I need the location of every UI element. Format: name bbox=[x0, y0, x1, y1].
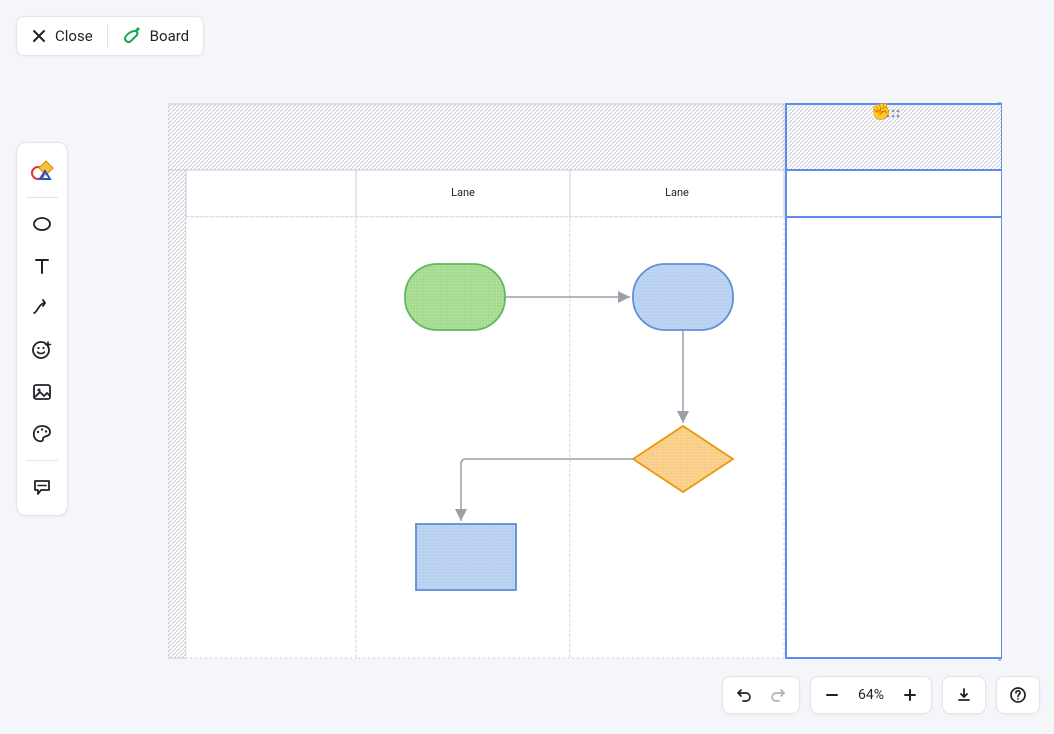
shape-terminator-green[interactable] bbox=[405, 264, 505, 330]
help-icon bbox=[1009, 686, 1027, 704]
minus-icon bbox=[825, 688, 839, 702]
bottom-controls: 64% bbox=[722, 676, 1040, 714]
shape-terminator-blue[interactable] bbox=[633, 264, 733, 330]
redo-button[interactable] bbox=[761, 680, 795, 710]
shape-process[interactable] bbox=[416, 524, 516, 590]
download-button[interactable] bbox=[947, 680, 981, 710]
undo-button[interactable] bbox=[727, 680, 761, 710]
help-button[interactable] bbox=[1001, 680, 1035, 710]
download-icon bbox=[956, 687, 972, 703]
zoom-level[interactable]: 64% bbox=[849, 687, 893, 703]
plus-icon bbox=[903, 688, 917, 702]
new-lane-selected[interactable] bbox=[786, 104, 1002, 658]
swimlane-diagram[interactable]: Lane Lane bbox=[168, 96, 1002, 662]
lane0-body[interactable] bbox=[186, 217, 356, 658]
pool-title-bar[interactable] bbox=[168, 170, 186, 658]
lane1-label: Lane bbox=[451, 186, 475, 199]
lane0-header[interactable] bbox=[186, 170, 356, 217]
redo-icon bbox=[769, 686, 787, 704]
lane2-label: Lane bbox=[665, 186, 689, 199]
undo-icon bbox=[735, 686, 753, 704]
canvas[interactable]: Lane Lane bbox=[0, 0, 1054, 734]
zoom-out-button[interactable] bbox=[815, 680, 849, 710]
help-group bbox=[996, 676, 1040, 714]
download-group bbox=[942, 676, 986, 714]
zoom-controls: 64% bbox=[810, 676, 932, 714]
pool-header[interactable] bbox=[168, 104, 784, 170]
zoom-in-button[interactable] bbox=[893, 680, 927, 710]
history-controls bbox=[722, 676, 800, 714]
